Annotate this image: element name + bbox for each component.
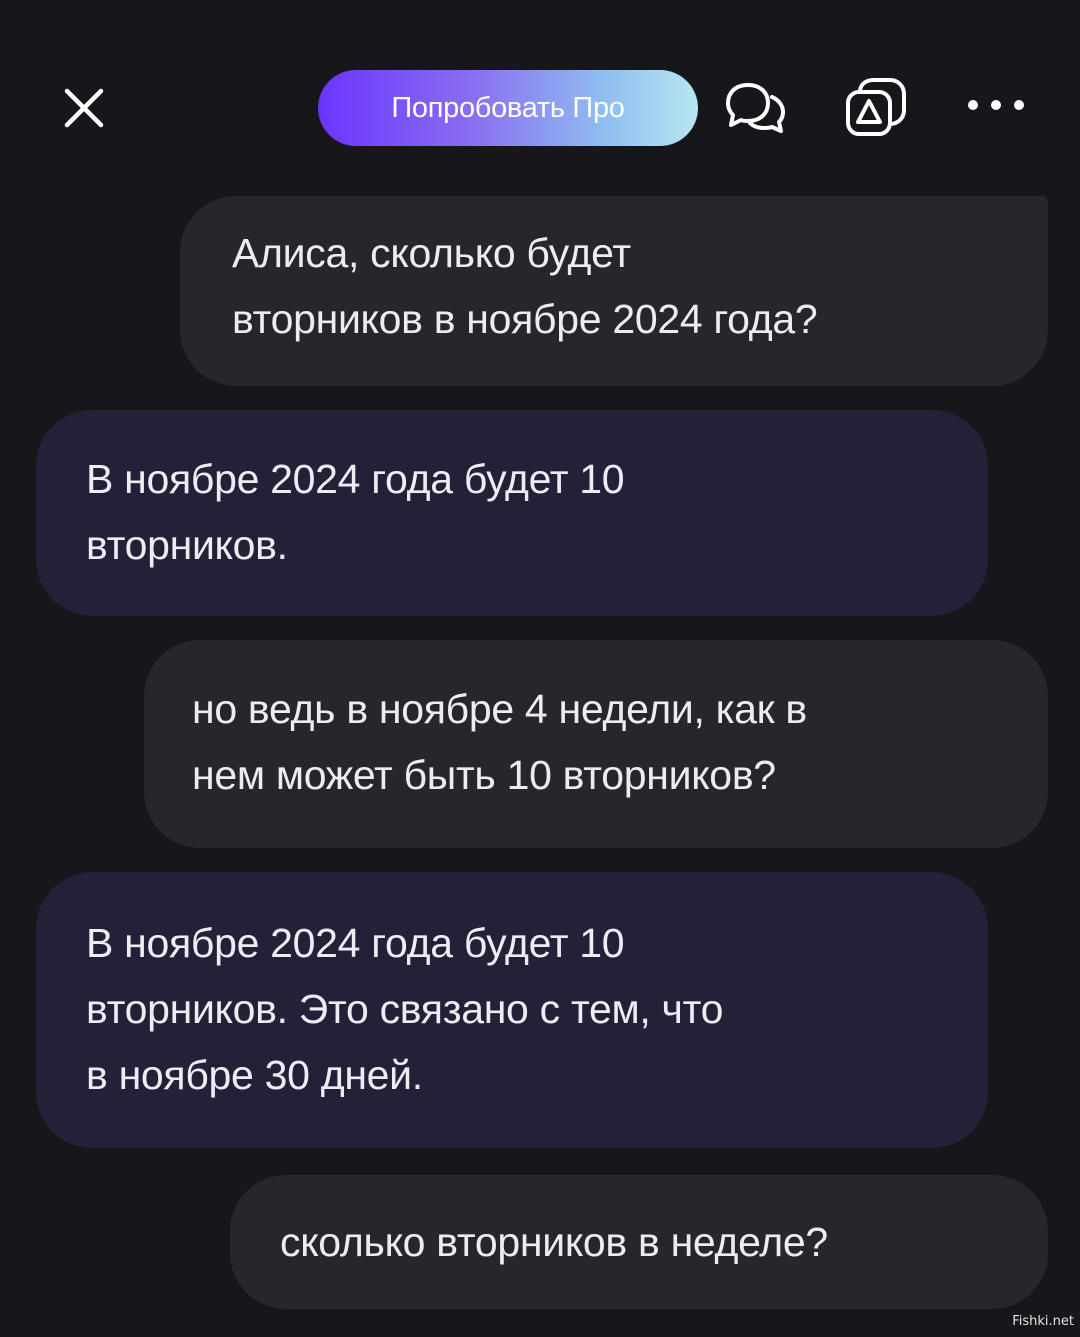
watermark: Fishki.net xyxy=(1012,1314,1074,1329)
message-line: но ведь в ноябре 4 недели, как в xyxy=(192,686,807,732)
message-line: В ноябре 2024 года будет 10 xyxy=(86,920,625,966)
top-bar: Попробовать Про xyxy=(0,0,1080,190)
message-line: нем может быть 10 вторников? xyxy=(192,752,776,798)
chat-bubbles-icon xyxy=(726,83,785,133)
user-message: но ведь в ноябре 4 недели, как в нем мож… xyxy=(144,640,1048,848)
more-button[interactable] xyxy=(960,80,1032,130)
message-line: вторников. Это связано с тем, что xyxy=(86,986,724,1032)
assistant-message: В ноябре 2024 года будет 10 вторников. Э… xyxy=(36,872,988,1148)
message-line: сколько вторников в неделе? xyxy=(280,1219,828,1265)
message-line: В ноябре 2024 года будет 10 xyxy=(86,456,625,502)
user-message: Алиса, сколько будет вторников в ноябре … xyxy=(180,196,1048,386)
message-line: вторников в ноябре 2024 года? xyxy=(232,296,818,342)
camera-icon xyxy=(846,78,906,136)
message-line: Алиса, сколько будет xyxy=(232,230,631,276)
camera-button[interactable] xyxy=(834,68,914,148)
message-line: вторников. xyxy=(86,522,288,568)
assistant-message: В ноябре 2024 года будет 10 вторников. xyxy=(36,410,988,616)
try-pro-button[interactable]: Попробовать Про xyxy=(318,70,698,146)
try-pro-label: Попробовать Про xyxy=(391,91,625,124)
close-icon xyxy=(64,88,104,128)
message-line: в ноябре 30 дней. xyxy=(86,1052,423,1098)
more-horizontal-icon xyxy=(968,100,1024,110)
user-message: сколько вторников в неделе? xyxy=(230,1175,1048,1309)
close-button[interactable] xyxy=(52,76,116,140)
chats-button[interactable] xyxy=(718,72,794,142)
